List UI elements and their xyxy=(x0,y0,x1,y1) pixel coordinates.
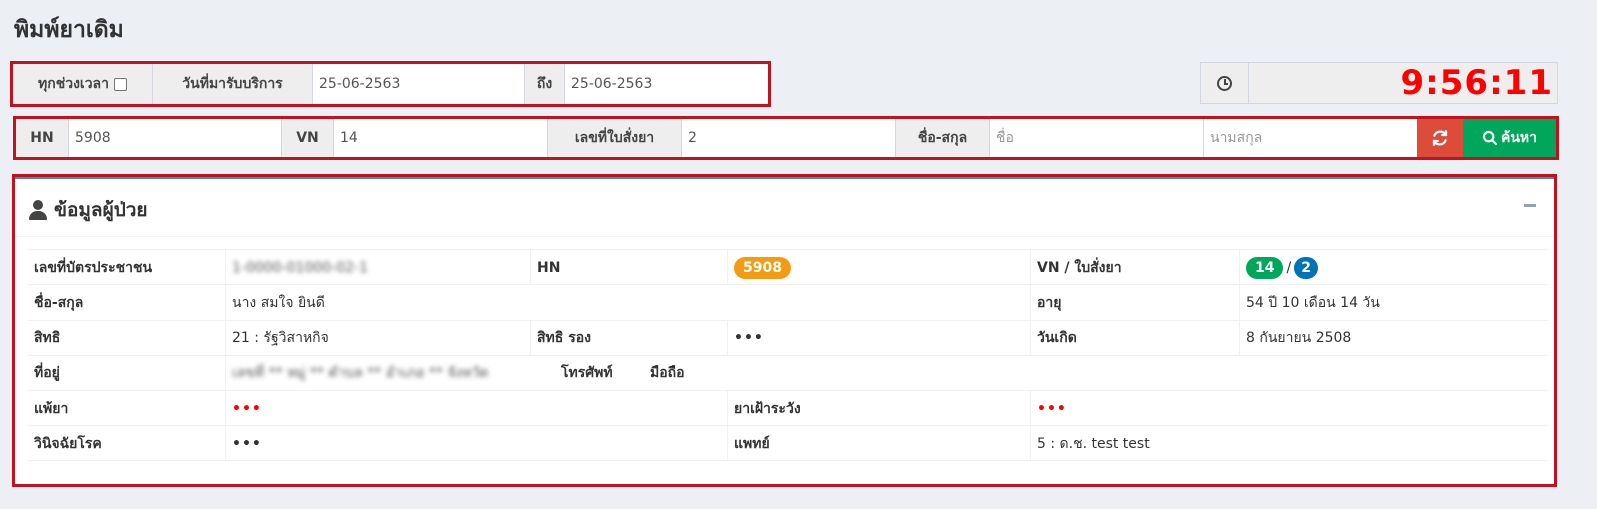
collapse-button[interactable] xyxy=(1524,204,1536,207)
table-row: วินิจฉัยโรค ••• แพทย์ 5 : ด.ช. test test xyxy=(28,425,1548,462)
id-card-label: เลขที่บัตรประชาชน xyxy=(34,259,153,276)
page-title: พิมพ์ยาเดิม xyxy=(14,17,124,43)
table-row: ชื่อ-สกุล นาง สมใจ ยินดี อายุ 54 ปี 10 เ… xyxy=(28,284,1548,321)
patient-info-title: ข้อมูลผู้ป่วย xyxy=(54,199,148,221)
id-card-value: 1-0000-01000-02-1 xyxy=(232,259,369,276)
box-divider xyxy=(15,236,1554,237)
order-label: เลขที่ใบสั่งยา xyxy=(548,119,682,157)
birth-label: วันเกิด xyxy=(1037,330,1077,347)
diagnosis-label: วินิจฉัยโรค xyxy=(34,435,102,452)
mobile-label: มือถือ xyxy=(650,365,685,382)
all-time-label: ทุกช่วงเวลา xyxy=(38,76,109,92)
first-name-input[interactable]: ชื่อ xyxy=(990,119,1204,157)
date-from-input[interactable]: 25-06-2563 xyxy=(313,64,525,104)
birth-value: 8 กันยายน 2508 xyxy=(1246,330,1352,347)
doctor-label: แพทย์ xyxy=(734,435,770,452)
refresh-button[interactable] xyxy=(1417,119,1463,157)
service-date-label: วันที่มารับบริการ xyxy=(153,64,313,104)
search-icon xyxy=(1482,130,1498,146)
address-value: เลขที่ ** หมู่ ** ตำบล ** อำเภอ ** จังหว… xyxy=(232,365,489,382)
vn-label: VN xyxy=(282,119,334,157)
hn-badge: 5908 xyxy=(734,256,791,279)
hn-label: HN xyxy=(16,119,69,157)
last-name-input[interactable]: นามสกุล xyxy=(1204,119,1417,157)
table-row: เลขที่บัตรประชาชน 1-0000-01000-02-1 HN 5… xyxy=(28,249,1548,285)
right-label: สิทธิ xyxy=(34,330,61,347)
refresh-icon xyxy=(1432,130,1448,146)
clock-time: 9:56:11 xyxy=(1400,63,1553,103)
right-value: 21 : รัฐวิสาหกิจ xyxy=(232,330,329,347)
clock-display: 9:56:11 xyxy=(1200,62,1558,104)
date-filter-bar: ทุกช่วงเวลา วันที่มารับบริการ 25-06-2563… xyxy=(10,61,771,107)
patient-info-table: เลขที่บัตรประชาชน 1-0000-01000-02-1 HN 5… xyxy=(28,249,1548,462)
table-row: แพ้ยา ••• ยาเฝ้าระวัง ••• xyxy=(28,390,1548,427)
diagnosis-value: ••• xyxy=(232,435,262,452)
box-top-border xyxy=(15,177,1554,179)
hn-info-label: HN xyxy=(537,259,561,276)
order-input[interactable]: 2 xyxy=(682,119,896,157)
watch-drug-label: ยาเฝ้าระวัง xyxy=(734,400,801,417)
name-info-label: ชื่อ-สกุล xyxy=(34,294,84,311)
search-button[interactable]: ค้นหา xyxy=(1463,119,1556,157)
clock-icon-cell xyxy=(1201,63,1249,103)
name-label: ชื่อ-สกุล xyxy=(896,119,990,157)
all-time-checkbox[interactable] xyxy=(114,77,127,91)
allergy-value: ••• xyxy=(232,400,262,417)
phone-label: โทรศัพท์ xyxy=(561,365,613,382)
user-icon xyxy=(27,199,49,221)
name-value: นาง สมใจ ยินดี xyxy=(232,294,325,311)
watch-drug-value: ••• xyxy=(1037,400,1067,417)
vn-order-separator: / xyxy=(1286,259,1292,276)
search-button-label: ค้นหา xyxy=(1500,130,1538,146)
table-row: ที่อยู่ เลขที่ ** หมู่ ** ตำบล ** อำเภอ … xyxy=(28,354,1548,391)
sub-right-value: ••• xyxy=(734,330,764,347)
to-label: ถึง xyxy=(525,64,565,104)
order-badge: 2 xyxy=(1294,256,1318,279)
sub-right-label: สิทธิ รอง xyxy=(537,330,591,347)
doctor-value: 5 : ด.ช. test test xyxy=(1037,435,1150,452)
hn-input[interactable]: 5908 xyxy=(69,119,282,157)
allergy-label: แพ้ยา xyxy=(34,400,69,417)
patient-info-header: ข้อมูลผู้ป่วย xyxy=(27,195,148,225)
vn-input[interactable]: 14 xyxy=(334,119,548,157)
clock-icon xyxy=(1217,75,1232,91)
address-label: ที่อยู่ xyxy=(34,365,60,382)
search-bar: HN 5908 VN 14 เลขที่ใบสั่งยา 2 ชื่อ-สกุล… xyxy=(13,116,1559,160)
table-row: สิทธิ 21 : รัฐวิสาหกิจ สิทธิ รอง ••• วัน… xyxy=(28,319,1548,356)
all-time-addon: ทุกช่วงเวลา xyxy=(13,64,153,104)
vn-badge: 14 xyxy=(1246,256,1284,279)
patient-info-box: ข้อมูลผู้ป่วย เลขที่บัตรประชาชน 1-0000-0… xyxy=(12,174,1557,487)
age-value: 54 ปี 10 เดือน 14 วัน xyxy=(1246,294,1380,311)
date-to-input[interactable]: 25-06-2563 xyxy=(565,64,768,104)
age-label: อายุ xyxy=(1037,294,1062,311)
vn-order-label: VN / ใบสั่งยา xyxy=(1037,259,1122,276)
